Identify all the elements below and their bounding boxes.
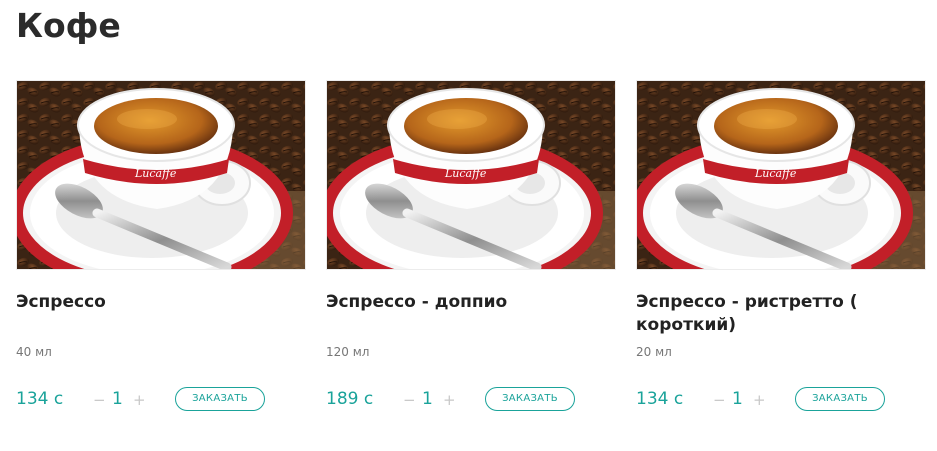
product-price: 134 с (636, 389, 684, 409)
quantity-decrease-button[interactable]: − (403, 391, 416, 409)
product-price: 134 с (16, 389, 64, 409)
quantity-increase-button[interactable]: + (133, 391, 146, 409)
product-name[interactable]: Эспрессо - ристретто ( короткий) (636, 291, 896, 337)
product-card: Эспрессо - ристретто ( короткий) 20 мл 1… (636, 80, 926, 440)
product-volume: 40 мл (16, 345, 52, 359)
quantity-decrease-button[interactable]: − (713, 391, 726, 409)
page-title: Кофе (16, 6, 121, 45)
order-button[interactable]: ЗАКАЗАТЬ (795, 387, 885, 411)
product-image[interactable] (636, 80, 926, 270)
product-card: Эспрессо - доппио 120 мл 189 с − 1 + ЗАК… (326, 80, 616, 440)
espresso-cup-photo (17, 81, 305, 269)
quantity-value: 1 (112, 389, 123, 409)
product-image[interactable] (326, 80, 616, 270)
espresso-cup-photo (637, 81, 925, 269)
product-image[interactable] (16, 80, 306, 270)
quantity-increase-button[interactable]: + (443, 391, 456, 409)
order-button[interactable]: ЗАКАЗАТЬ (175, 387, 265, 411)
product-card: Эспрессо 40 мл 134 с − 1 + ЗАКАЗАТЬ (16, 80, 306, 440)
product-volume: 120 мл (326, 345, 370, 359)
product-price: 189 с (326, 389, 374, 409)
product-volume: 20 мл (636, 345, 672, 359)
quantity-value: 1 (422, 389, 433, 409)
espresso-cup-photo (327, 81, 615, 269)
product-name[interactable]: Эспрессо (16, 291, 276, 314)
quantity-value: 1 (732, 389, 743, 409)
quantity-increase-button[interactable]: + (753, 391, 766, 409)
quantity-decrease-button[interactable]: − (93, 391, 106, 409)
order-button[interactable]: ЗАКАЗАТЬ (485, 387, 575, 411)
product-name[interactable]: Эспрессо - доппио (326, 291, 586, 314)
